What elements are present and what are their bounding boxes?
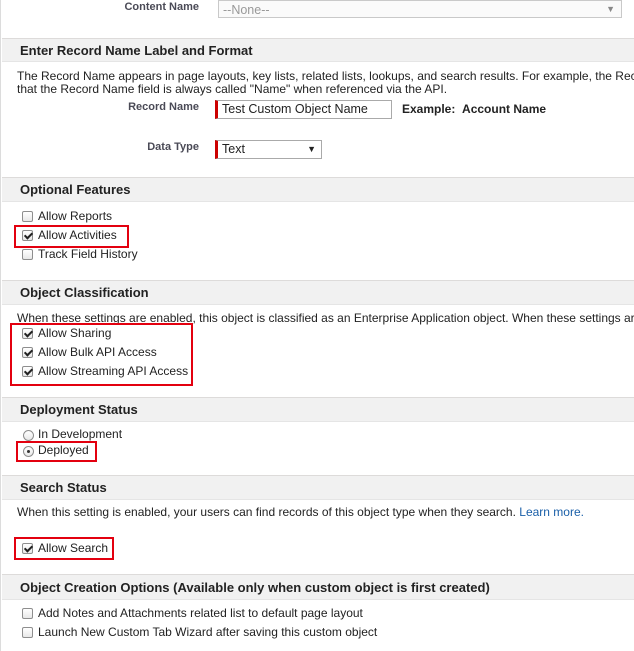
optional-features-section-header: Optional Features [2,177,634,202]
data-type-select[interactable]: Text ▼ [215,140,322,159]
add-notes-checkbox[interactable] [22,608,33,619]
in-development-radio[interactable] [23,430,34,441]
learn-more-link[interactable]: Learn more. [519,505,584,519]
record-name-description-line1: The Record Name appears in page layouts,… [17,69,634,83]
creation-options-section-header: Object Creation Options (Available only … [2,574,634,600]
add-notes-label: Add Notes and Attachments related list t… [38,606,363,620]
object-classification-section-header: Object Classification [2,280,634,305]
track-field-history-label: Track Field History [38,247,138,261]
record-name-label: Record Name [128,101,199,113]
record-name-description-line2: that the Record Name field is always cal… [17,82,448,96]
deployment-status-section-header: Deployment Status [2,397,634,422]
custom-object-form: Content Name --None-- ▼ Enter Record Nam… [0,0,634,651]
data-type-label: Data Type [147,141,199,153]
example-label: Example: [402,102,456,116]
content-name-value: --None-- [223,3,270,17]
highlight-box [16,441,97,462]
launch-tab-wizard-checkbox[interactable] [22,627,33,638]
search-status-section-header: Search Status [2,475,634,500]
highlight-box [14,537,114,560]
content-name-label: Content Name [124,1,199,13]
data-type-value: Text [222,142,245,156]
search-status-text: When this setting is enabled, your users… [17,505,516,519]
allow-reports-label: Allow Reports [38,209,113,223]
highlight-box [10,323,193,386]
record-name-example: Example: Account Name [402,102,546,116]
allow-reports-checkbox[interactable] [22,211,33,222]
chevron-down-icon: ▼ [606,4,615,14]
in-development-label: In Development [38,427,123,441]
highlight-box [14,225,129,248]
example-value: Account Name [462,102,547,116]
record-name-section-header: Enter Record Name Label and Format [2,38,634,62]
chevron-down-icon: ▼ [307,144,316,154]
content-name-select[interactable]: --None-- ▼ [218,0,622,18]
record-name-input[interactable]: Test Custom Object Name [215,100,392,119]
track-field-history-checkbox[interactable] [22,249,33,260]
launch-tab-wizard-label: Launch New Custom Tab Wizard after savin… [38,625,378,639]
search-status-description: When this setting is enabled, your users… [17,505,584,519]
